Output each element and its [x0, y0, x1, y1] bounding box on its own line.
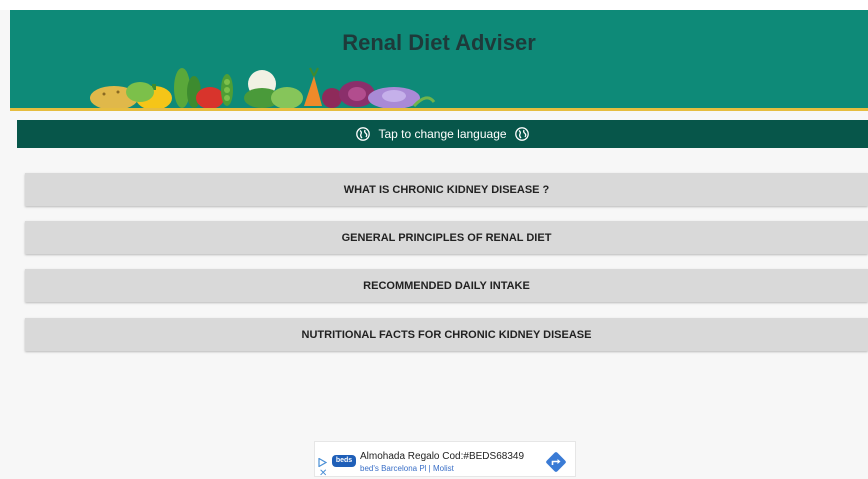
header-accent-line [10, 108, 868, 111]
app-header: Renal Diet Adviser [10, 10, 868, 108]
close-icon[interactable]: ✕ [319, 469, 327, 479]
globe-icon [514, 127, 529, 141]
daily-intake-label: RECOMMENDED DAILY INTAKE [363, 279, 530, 292]
status-strip [0, 0, 868, 10]
change-language-bar[interactable]: Tap to change language [17, 120, 868, 148]
globe-icon [356, 127, 371, 141]
renal-diet-principles-label: GENERAL PRINCIPLES OF RENAL DIET [341, 231, 552, 244]
renal-diet-principles-button[interactable]: GENERAL PRINCIPLES OF RENAL DIET [25, 221, 868, 254]
ckd-info-button[interactable]: WHAT IS CHRONIC KIDNEY DISEASE ? [25, 173, 868, 206]
daily-intake-button[interactable]: RECOMMENDED DAILY INTAKE [25, 269, 868, 302]
app-title: Renal Diet Adviser [342, 30, 536, 55]
nutritional-facts-button[interactable]: NUTRITIONAL FACTS FOR CHRONIC KIDNEY DIS… [25, 318, 868, 351]
ad-subline[interactable]: bed's Barcelona Pl | Molist [360, 464, 454, 473]
ad-headline[interactable]: Almohada Regalo Cod:#BEDS68349 [360, 451, 524, 462]
nutritional-facts-label: NUTRITIONAL FACTS FOR CHRONIC KIDNEY DIS… [301, 328, 592, 341]
directions-icon[interactable] [545, 451, 567, 473]
advertiser-logo: beds [332, 455, 356, 467]
ckd-info-label: WHAT IS CHRONIC KIDNEY DISEASE ? [343, 183, 550, 196]
change-language-label: Tap to change language [378, 127, 507, 141]
vegetables-illustration [90, 67, 436, 108]
adchoices-icon[interactable] [318, 458, 327, 467]
ad-banner[interactable]: ✕ beds Almohada Regalo Cod:#BEDS68349 be… [314, 441, 576, 479]
